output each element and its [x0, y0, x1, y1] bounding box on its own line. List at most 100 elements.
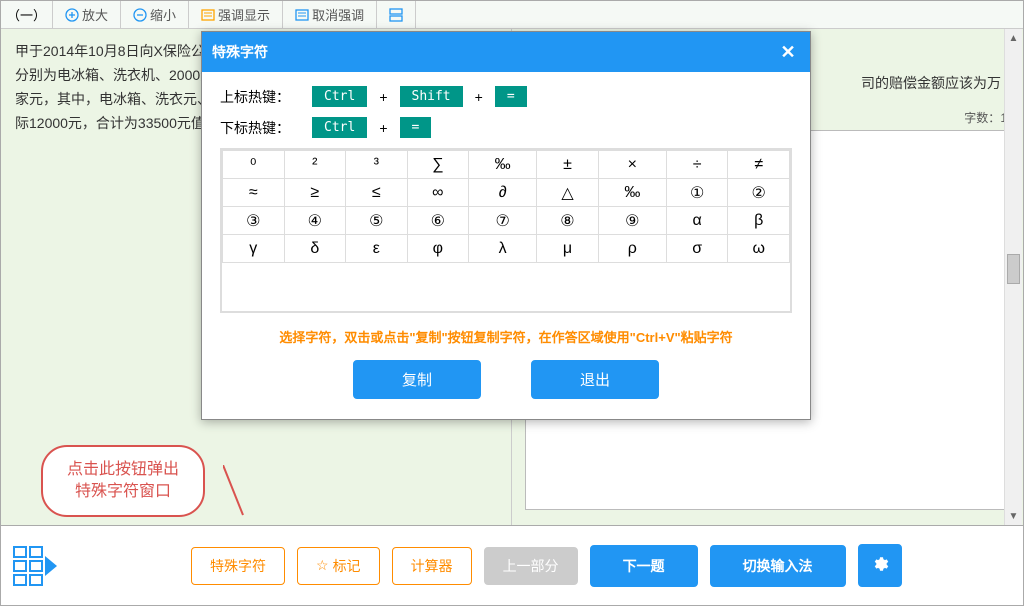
callout-line2: 特殊字符窗口 — [67, 481, 179, 503]
unhighlight-label: 取消强调 — [312, 5, 364, 24]
prev-part-button[interactable]: 上一部分 — [484, 547, 578, 585]
char-cell[interactable]: ⁰ — [223, 151, 285, 179]
plus-sign: + — [379, 120, 387, 136]
special-chars-label: 特殊字符 — [210, 556, 266, 576]
char-cell[interactable]: φ — [407, 235, 469, 263]
ctrl-key: Ctrl — [312, 86, 367, 107]
highlight-icon — [201, 8, 215, 22]
calculator-label: 计算器 — [411, 556, 453, 576]
eq-key: = — [400, 117, 432, 138]
highlight-label: 强调显示 — [218, 5, 270, 24]
next-question-label: 下一题 — [623, 556, 665, 576]
plus-circle-icon — [65, 8, 79, 22]
superscript-label: 上标热键： — [220, 87, 300, 107]
unhighlight-button[interactable]: 取消强调 — [289, 3, 370, 26]
char-cell[interactable]: ρ — [598, 235, 666, 263]
calculator-button[interactable]: 计算器 — [392, 547, 472, 585]
char-cell[interactable]: ∂ — [469, 179, 537, 207]
switch-ime-label: 切换输入法 — [743, 556, 813, 576]
callout-line1: 点击此按钮弹出 — [67, 459, 179, 481]
char-cell[interactable]: ± — [537, 151, 599, 179]
char-cell[interactable]: ③ — [223, 207, 285, 235]
char-cell[interactable]: ε — [346, 235, 408, 263]
char-cell[interactable]: ④ — [284, 207, 346, 235]
vertical-scrollbar[interactable]: ▲ ▼ — [1004, 29, 1022, 525]
special-chars-dialog: 特殊字符 ✕ 上标热键： Ctrl + Shift + = 下标热键： Ctrl… — [201, 31, 811, 420]
char-cell[interactable]: ‰ — [598, 179, 666, 207]
char-cell[interactable]: γ — [223, 235, 285, 263]
scroll-down-icon[interactable]: ▼ — [1009, 507, 1019, 525]
char-cell[interactable]: ÷ — [666, 151, 728, 179]
zoom-out-button[interactable]: 缩小 — [127, 3, 182, 26]
section-indicator: （一） — [1, 1, 53, 28]
mark-label: 标记 — [333, 556, 361, 576]
char-cell[interactable]: μ — [537, 235, 599, 263]
split-view-button[interactable] — [383, 6, 409, 24]
char-cell[interactable]: ³ — [346, 151, 408, 179]
char-cell[interactable]: ① — [666, 179, 728, 207]
eq-key: = — [495, 86, 527, 107]
subscript-label: 下标热键： — [220, 118, 300, 138]
plus-sign: + — [475, 89, 483, 105]
scroll-up-icon[interactable]: ▲ — [1009, 29, 1019, 47]
char-cell[interactable]: ② — [728, 179, 790, 207]
bottom-bar: 特殊字符 ☆ 标记 计算器 上一部分 下一题 切换输入法 — [1, 525, 1023, 605]
dialog-hint: 选择字符，双击或点击"复制"按钮复制字符，在作答区域使用"Ctrl+V"粘贴字符 — [220, 327, 792, 346]
ctrl-key: Ctrl — [312, 117, 367, 138]
grid-spacer — [220, 263, 792, 313]
callout-bubble: 点击此按钮弹出 特殊字符窗口 — [41, 445, 205, 517]
dialog-header: 特殊字符 ✕ — [202, 32, 810, 72]
gear-icon — [871, 555, 889, 576]
prev-part-label: 上一部分 — [503, 556, 559, 576]
char-cell[interactable]: ² — [284, 151, 346, 179]
mark-button[interactable]: ☆ 标记 — [297, 547, 380, 585]
callout-connector — [223, 465, 263, 525]
char-cell[interactable]: ≤ — [346, 179, 408, 207]
char-cell[interactable]: × — [598, 151, 666, 179]
dialog-title: 特殊字符 — [212, 42, 268, 62]
minus-circle-icon — [133, 8, 147, 22]
grid-nav-button[interactable] — [13, 546, 57, 586]
char-cell[interactable]: β — [728, 207, 790, 235]
char-cell[interactable]: ω — [728, 235, 790, 263]
superscript-hotkey-row: 上标热键： Ctrl + Shift + = — [220, 86, 792, 107]
char-cell[interactable]: ⑨ — [598, 207, 666, 235]
grid-icon — [13, 546, 43, 586]
switch-ime-button[interactable]: 切换输入法 — [710, 545, 846, 587]
char-cell[interactable]: σ — [666, 235, 728, 263]
exit-button[interactable]: 退出 — [531, 360, 659, 399]
subscript-hotkey-row: 下标热键： Ctrl + = — [220, 117, 792, 138]
char-cell[interactable]: λ — [469, 235, 537, 263]
copy-button[interactable]: 复制 — [353, 360, 481, 399]
arrow-right-icon — [45, 556, 57, 576]
split-icon — [389, 8, 403, 22]
char-cell[interactable]: ‰ — [469, 151, 537, 179]
next-question-button[interactable]: 下一题 — [590, 545, 698, 587]
char-cell[interactable]: ⑧ — [537, 207, 599, 235]
special-chars-button[interactable]: 特殊字符 — [191, 547, 285, 585]
scroll-thumb[interactable] — [1007, 254, 1020, 284]
char-cell[interactable]: ≠ — [728, 151, 790, 179]
zoom-out-label: 缩小 — [150, 5, 176, 24]
char-grid: ⁰ ² ³ ∑ ‰ ± × ÷ ≠ ≈ ≥ ≤ ∞ ∂ △ ‰ — [222, 150, 790, 263]
settings-button[interactable] — [858, 544, 902, 587]
char-cell[interactable]: ⑦ — [469, 207, 537, 235]
plus-sign: + — [379, 89, 387, 105]
question-tail-text: 司的赔偿金额应该为万 — [861, 73, 1001, 93]
char-cell[interactable]: ≈ — [223, 179, 285, 207]
exit-label: 退出 — [580, 369, 610, 390]
shift-key: Shift — [400, 86, 463, 107]
char-cell[interactable]: δ — [284, 235, 346, 263]
char-cell[interactable]: ≥ — [284, 179, 346, 207]
char-count-label: 字数： — [964, 111, 1000, 125]
char-cell[interactable]: ∑ — [407, 151, 469, 179]
highlight-button[interactable]: 强调显示 — [195, 3, 276, 26]
char-cell[interactable]: ⑥ — [407, 207, 469, 235]
zoom-in-button[interactable]: 放大 — [59, 3, 114, 26]
char-cell[interactable]: α — [666, 207, 728, 235]
char-cell[interactable]: ⑤ — [346, 207, 408, 235]
dialog-close-button[interactable]: ✕ — [776, 40, 800, 64]
char-cell[interactable]: ∞ — [407, 179, 469, 207]
zoom-in-label: 放大 — [82, 5, 108, 24]
char-cell[interactable]: △ — [537, 179, 599, 207]
